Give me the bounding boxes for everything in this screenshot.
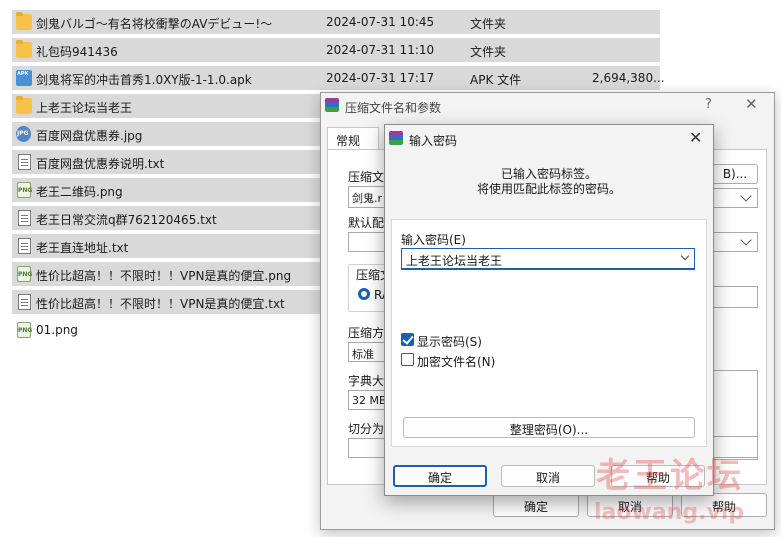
default-profile-label: 默认配 xyxy=(348,216,385,230)
archive-name-dropdown[interactable] xyxy=(712,188,758,208)
password-input[interactable]: 上老王论坛当老王 xyxy=(401,248,695,270)
method-select[interactable]: 标准 xyxy=(348,342,388,362)
file-name: 百度网盘优惠券.jpg xyxy=(36,129,143,143)
folder-icon xyxy=(16,96,32,114)
file-name: 性价比超高！！不限时！！VPN是真的便宜.png xyxy=(36,269,292,283)
cancel-button[interactable]: 取消 xyxy=(501,465,595,487)
encrypt-names-label: 加密文件名(N) xyxy=(417,355,496,369)
file-date: 2024-07-31 10:45 xyxy=(326,15,435,29)
txt-icon xyxy=(18,294,31,310)
file-row[interactable]: PNG 老王二维码.png xyxy=(12,178,320,202)
profile-button[interactable] xyxy=(348,232,388,252)
file-name: 老王二维码.png xyxy=(36,185,123,199)
dict-label: 字典大 xyxy=(348,374,385,388)
tab-general[interactable]: 常规 xyxy=(327,127,379,149)
png-icon: PNG xyxy=(17,266,32,282)
dialog-title: 压缩文件名和参数 xyxy=(345,101,442,115)
file-row[interactable]: 老王直连地址.txt xyxy=(12,234,320,258)
ok-button[interactable]: 确定 xyxy=(493,493,579,517)
file-name: 礼包码941436 xyxy=(36,45,118,59)
split-label: 切分为 xyxy=(348,422,385,436)
winrar-icon xyxy=(389,131,403,145)
file-date: 2024-07-31 11:10 xyxy=(326,43,435,57)
file-name: 剑鬼将军的冲击首秀1.0XY版-1-1.0.apk xyxy=(36,73,252,87)
file-type: 文件夹 xyxy=(470,17,507,31)
file-row[interactable]: 百度网盘优惠券说明.txt xyxy=(12,150,320,174)
file-row[interactable]: 剑鬼バルゴ～有名将校衝撃のAVデビュー!～ 2024-07-31 10:45 文… xyxy=(12,10,660,34)
profile-dropdown[interactable] xyxy=(712,232,758,252)
password-label: 输入密码(E) xyxy=(401,233,466,247)
file-name: 上老王论坛当老王 xyxy=(36,101,133,115)
watermark-url: laowang.vip xyxy=(594,500,745,525)
png-icon: PNG xyxy=(17,182,32,198)
file-row[interactable]: PNG 性价比超高！！不限时！！VPN是真的便宜.png xyxy=(12,262,320,286)
file-size: 2,694,380... xyxy=(592,71,665,85)
file-date: 2024-07-31 17:17 xyxy=(326,71,435,85)
side-button[interactable] xyxy=(712,286,758,308)
ok-button[interactable]: 确定 xyxy=(393,465,487,487)
jpg-icon: JPG xyxy=(16,126,31,142)
watermark-text: 老王论坛 xyxy=(596,456,744,496)
dialog-titlebar[interactable]: 输入密码 ✕ xyxy=(385,125,713,153)
file-row[interactable]: APK 剑鬼将军的冲击首秀1.0XY版-1-1.0.apk 2024-07-31… xyxy=(12,66,665,90)
show-password-checkbox[interactable] xyxy=(401,333,414,346)
png-icon: PNG xyxy=(17,322,32,338)
txt-icon xyxy=(18,238,31,254)
dict-select[interactable]: 32 MB xyxy=(348,390,388,410)
file-type: APK 文件 xyxy=(470,73,522,87)
file-row[interactable]: 礼包码941436 2024-07-31 11:10 文件夹 xyxy=(12,38,660,62)
file-row[interactable]: 上老王论坛当老王 xyxy=(12,94,320,118)
file-type: 文件夹 xyxy=(470,45,507,59)
organize-passwords-button[interactable]: 整理密码(O)... xyxy=(403,417,695,438)
method-label: 压缩方 xyxy=(348,326,385,340)
file-name: 百度网盘优惠券说明.txt xyxy=(36,157,165,171)
txt-icon xyxy=(18,210,31,226)
apk-icon: APK xyxy=(16,70,32,86)
file-name: 性价比超高！！不限时！！VPN是真的便宜.txt xyxy=(36,297,285,311)
close-icon[interactable]: ✕ xyxy=(745,95,758,113)
file-row[interactable]: 性价比超高！！不限时！！VPN是真的便宜.txt xyxy=(12,290,320,314)
browse-button[interactable]: B)... xyxy=(712,164,758,184)
archive-name-input[interactable]: 剑鬼.r xyxy=(348,186,388,208)
dialog-titlebar[interactable]: 压缩文件名和参数 ? ✕ xyxy=(321,93,774,119)
help-icon[interactable]: ? xyxy=(705,97,712,112)
file-row[interactable]: PNG 01.png xyxy=(12,318,320,342)
show-password-label: 显示密码(S) xyxy=(417,335,482,349)
file-row[interactable]: JPG 百度网盘优惠券.jpg xyxy=(12,122,320,146)
txt-icon xyxy=(18,154,31,170)
file-name: 01.png xyxy=(36,323,78,337)
close-icon[interactable]: ✕ xyxy=(689,128,702,147)
winrar-icon xyxy=(325,98,339,112)
file-name: 老王直连地址.txt xyxy=(36,241,129,255)
folder-icon xyxy=(16,40,32,58)
folder-icon xyxy=(16,12,32,30)
info-text: 将使用匹配此标签的密码。 xyxy=(476,182,621,196)
archive-name-label: 压缩文 xyxy=(348,170,385,184)
file-row[interactable]: 老王日常交流q群762120465.txt xyxy=(12,206,320,230)
file-name: 剑鬼バルゴ～有名将校衝撃のAVデビュー!～ xyxy=(36,17,273,31)
split-select[interactable] xyxy=(348,438,388,458)
radio-rar[interactable] xyxy=(358,288,370,300)
dialog-title: 输入密码 xyxy=(409,134,458,148)
file-name: 老王日常交流q群762120465.txt xyxy=(36,213,217,227)
encrypt-names-checkbox[interactable] xyxy=(401,353,414,366)
enter-password-dialog: 输入密码 ✕ 已输入密码标签。 将使用匹配此标签的密码。 输入密码(E) 上老王… xyxy=(384,124,714,496)
